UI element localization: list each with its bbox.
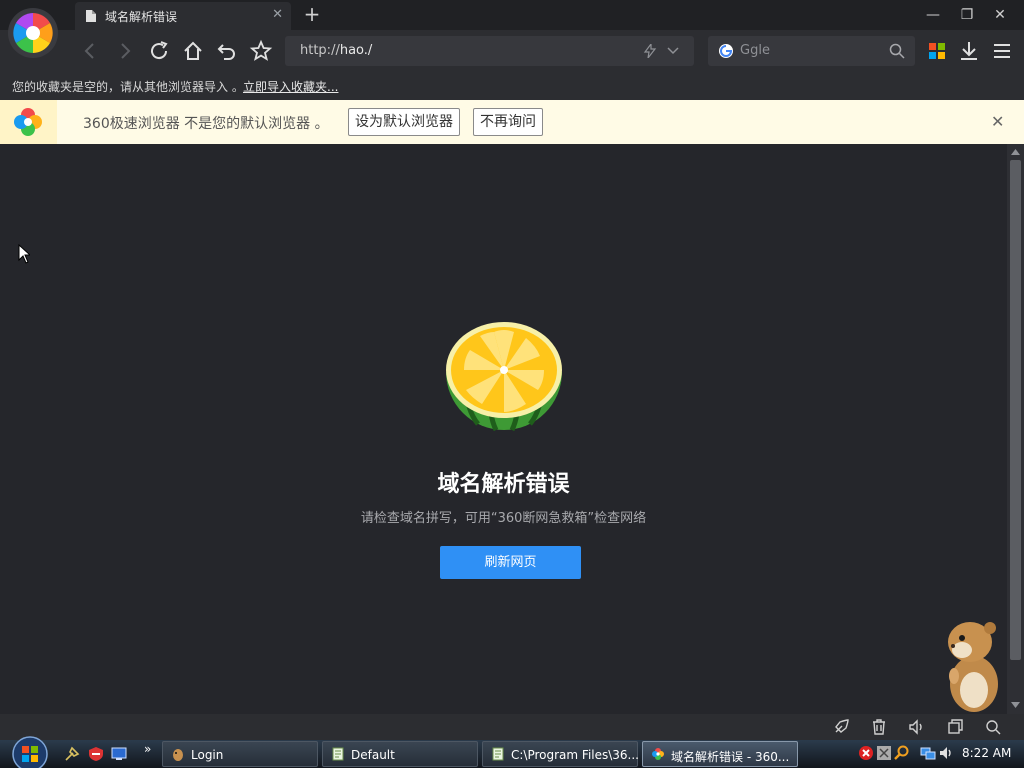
restore-button[interactable]: ❐ [952, 4, 982, 26]
error-title: 域名解析错误 [437, 472, 570, 497]
error-description: 请检查域名拼写，可用“360断网急救箱”检查网络 [360, 511, 647, 526]
close-window-button[interactable]: ✕ [985, 4, 1015, 26]
taskbar-item-browser[interactable]: 域名解析错误 - 360... [642, 741, 798, 767]
favorite-star-icon[interactable] [249, 39, 273, 63]
quicklaunch-shield-icon[interactable] [88, 746, 104, 762]
title-bar: 域名解析错误 ✕ + — ❐ ✕ [0, 0, 1024, 30]
tray-network-icon[interactable] [920, 745, 936, 761]
search-placeholder: Ggle [740, 43, 770, 58]
hamster-mascot-icon[interactable] [940, 618, 1004, 714]
show-desktop-icon[interactable] [111, 746, 127, 762]
apps-grid-icon[interactable] [925, 39, 949, 63]
search-box[interactable]: Ggle [708, 36, 915, 66]
window-icon[interactable] [946, 718, 964, 736]
browser-status-bar [0, 714, 1024, 740]
trash-icon[interactable] [870, 718, 888, 736]
quicklaunch-overflow[interactable]: » [144, 742, 151, 756]
start-button-icon[interactable] [8, 736, 52, 768]
default-browser-infobar: 360极速浏览器 不是您的默认浏览器 。 设为默认浏览器 不再询问 ✕ [0, 100, 1024, 144]
bookmarks-bar: 您的收藏夹是空的，请从其他浏览器导入 。 立即导入收藏夹... [0, 72, 1024, 100]
tab-title: 域名解析错误 [105, 10, 178, 24]
notepad-icon [332, 747, 344, 761]
tab-active[interactable]: 域名解析错误 ✕ [75, 2, 291, 30]
forward-icon[interactable] [113, 39, 137, 63]
browser-window: 域名解析错误 ✕ + — ❐ ✕ http://hao./ Ggle 您的收藏夹… [0, 0, 1024, 768]
chevron-down-icon[interactable] [667, 46, 679, 56]
scrollbar-thumb[interactable] [1010, 160, 1021, 660]
browser-360-icon [14, 108, 42, 136]
lightning-icon[interactable] [643, 44, 657, 58]
infobar-close-icon[interactable]: ✕ [991, 112, 1004, 131]
taskbar-item-login[interactable]: Login [162, 741, 318, 767]
never-ask-button[interactable]: 不再询问 [473, 108, 543, 136]
rocket-icon[interactable] [832, 718, 850, 736]
taskbar-clock[interactable]: 8:22 AM [962, 746, 1011, 760]
refresh-page-button[interactable]: 刷新网页 [440, 546, 581, 579]
import-bookmarks-link[interactable]: 立即导入收藏夹... [243, 78, 338, 95]
bookmarks-empty-message: 您的收藏夹是空的，请从其他浏览器导入 。 [12, 80, 244, 94]
infobar-message: 360极速浏览器 不是您的默认浏览器 。 [83, 116, 329, 132]
error-page: 域名解析错误 请检查域名拼写，可用“360断网急救箱”检查网络 刷新网页 [0, 144, 1007, 714]
hamster-icon [173, 749, 183, 761]
taskbar-item-program-files[interactable]: C:\Program Files\36... [482, 741, 639, 767]
home-icon[interactable] [181, 39, 205, 63]
mouse-cursor-icon [18, 244, 30, 264]
volume-icon[interactable] [908, 718, 926, 736]
tab-close-icon[interactable]: ✕ [272, 7, 283, 22]
back-icon[interactable] [78, 39, 102, 63]
google-icon [719, 44, 733, 58]
document-icon [86, 10, 96, 22]
scroll-up-icon[interactable] [1011, 148, 1020, 156]
url-text: http://hao./ [300, 43, 373, 58]
vertical-scrollbar[interactable] [1007, 144, 1024, 714]
search-icon[interactable] [889, 43, 905, 59]
tray-security-icon[interactable] [858, 745, 874, 761]
taskbar-item-default[interactable]: Default [322, 741, 478, 767]
infobar-logo-area [0, 100, 57, 144]
notepad-icon [492, 747, 504, 761]
download-icon[interactable] [957, 39, 981, 63]
watermelon-error-icon [446, 322, 562, 432]
scroll-down-icon[interactable] [1011, 701, 1020, 709]
nav-toolbar: http://hao./ Ggle [0, 30, 1024, 72]
tray-volume-icon[interactable] [938, 745, 954, 761]
minimize-button[interactable]: — [918, 4, 948, 26]
tray-app-icon[interactable] [876, 745, 892, 761]
browser-360-icon [652, 748, 664, 760]
tray-search-icon[interactable] [894, 745, 910, 761]
address-bar[interactable]: http://hao./ [285, 36, 694, 66]
set-default-browser-button[interactable]: 设为默认浏览器 [348, 108, 460, 136]
windows-taskbar: » Login Default C:\Program Files\36... 域… [0, 736, 1024, 768]
menu-icon[interactable] [990, 39, 1014, 63]
new-tab-button[interactable]: + [302, 3, 322, 25]
reload-icon[interactable] [147, 39, 171, 63]
quicklaunch-tool-icon[interactable] [64, 746, 80, 762]
zoom-search-icon[interactable] [984, 718, 1002, 736]
undo-close-tab-icon[interactable] [215, 39, 239, 63]
browser-logo-icon[interactable] [8, 8, 58, 58]
